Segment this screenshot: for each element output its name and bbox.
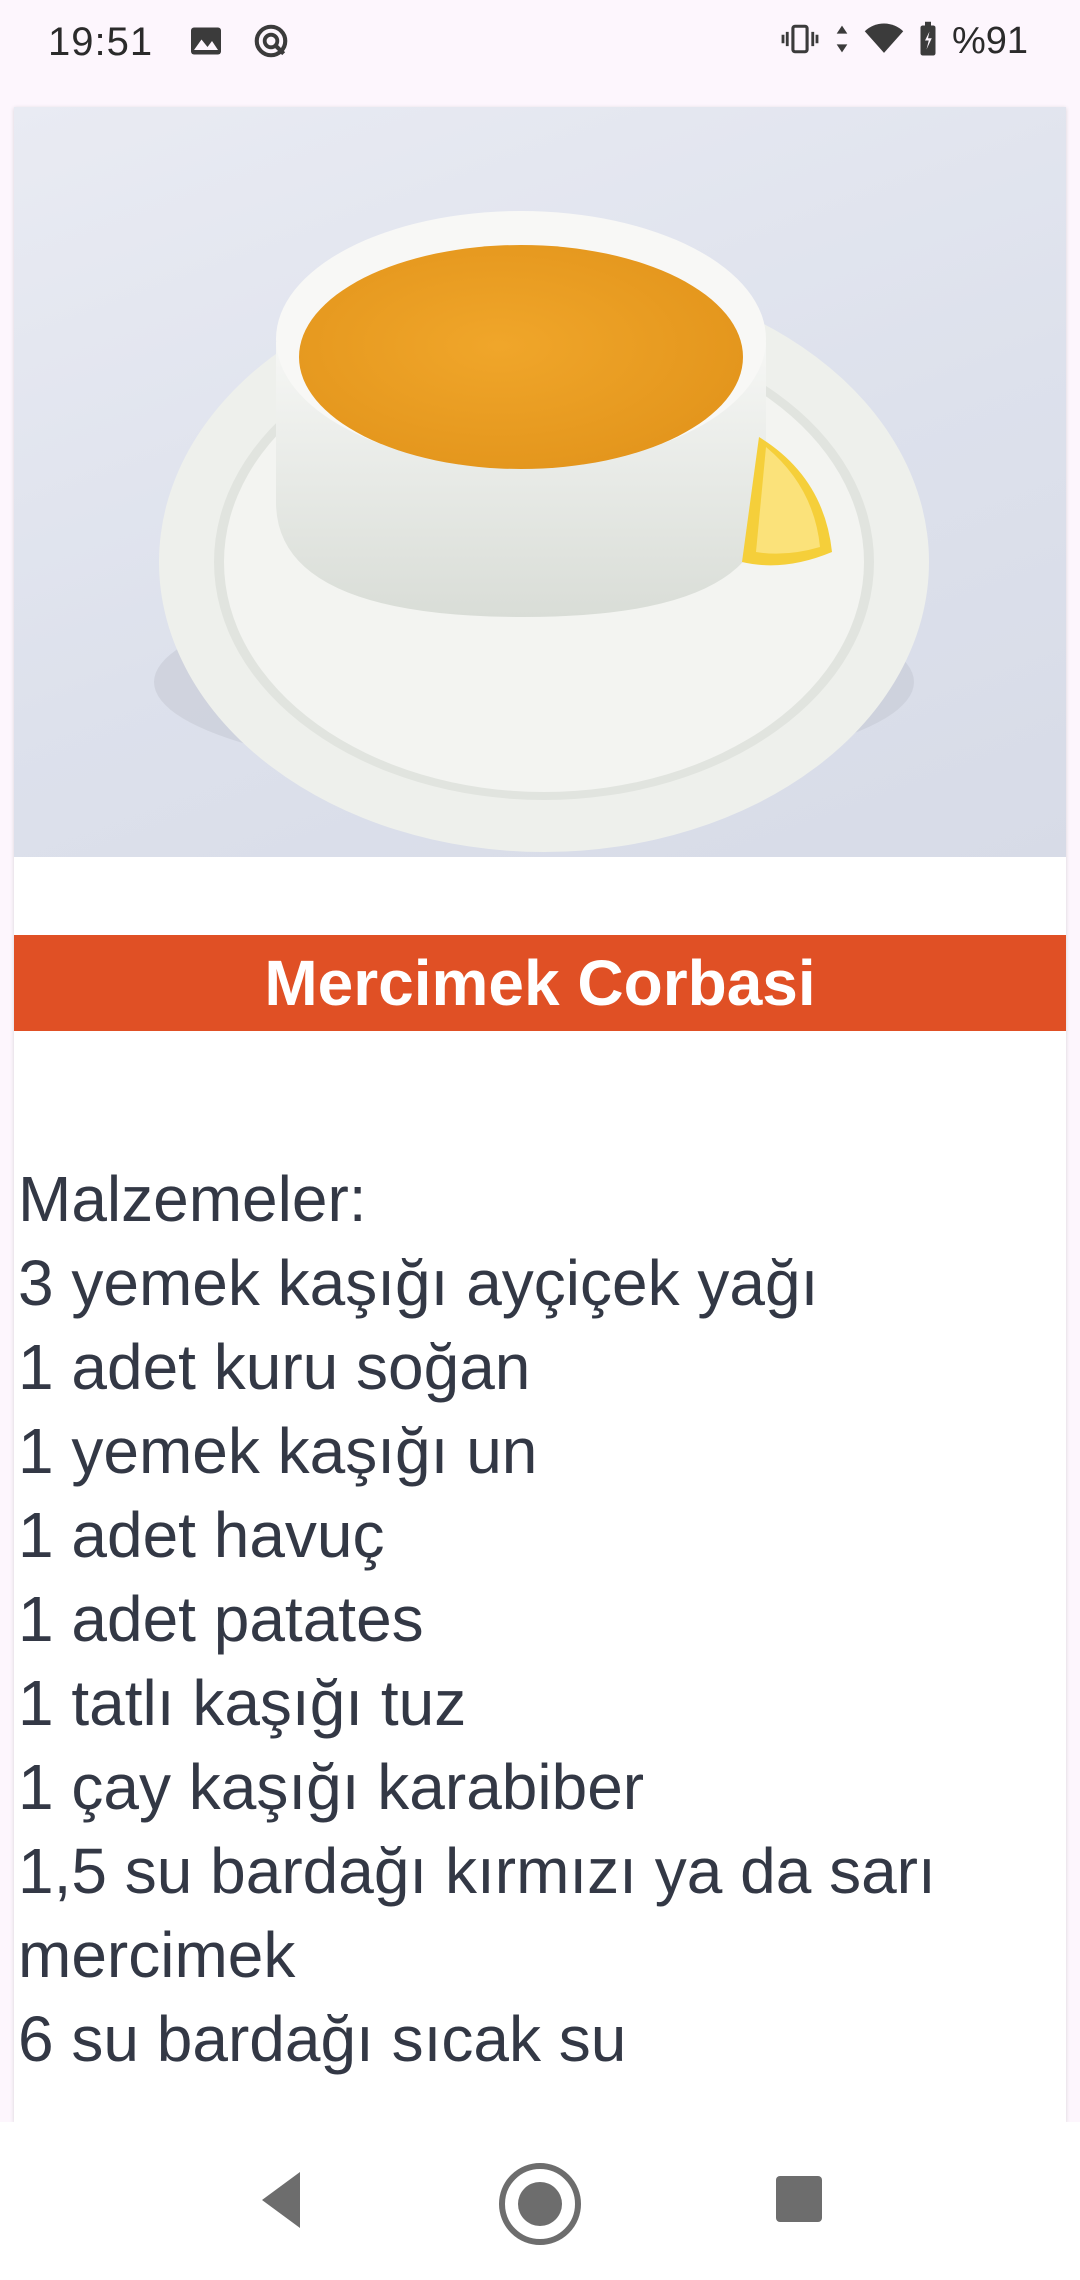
recents-button[interactable]: [772, 2160, 828, 2245]
data-saver-icon: [252, 22, 290, 65]
recents-icon: [772, 2176, 828, 2244]
image-icon: [188, 23, 224, 64]
battery-percent: %91: [951, 20, 1028, 62]
ingredient-item: 1 çay kaşığı karabiber: [18, 1751, 645, 1823]
wifi-icon: [864, 23, 904, 60]
home-icon: [496, 2163, 584, 2252]
ingredient-item: 1 adet havuç: [18, 1499, 385, 1571]
status-time: 19:51: [48, 20, 154, 64]
recipe-title-bar: Mercimek Corbasi: [14, 935, 1066, 1031]
recipe-card: Mercimek Corbasi Malzemeler: 3 yemek kaş…: [14, 107, 1066, 2122]
ingredient-item: 1 adet patates: [18, 1583, 424, 1655]
back-button[interactable]: [250, 2160, 310, 2245]
ingredient-item: 1,5 su bardağı kırmızı ya da sarı mercim…: [18, 1835, 936, 1991]
ingredients-list: Malzemeler: 3 yemek kaşığı ayçiçek yağı …: [18, 1157, 1058, 2081]
ingredient-item: 3 yemek kaşığı ayçiçek yağı: [18, 1247, 819, 1319]
ingredients-heading: Malzemeler:: [18, 1163, 367, 1235]
data-arrows-icon: [834, 23, 850, 60]
ingredient-item: 1 adet kuru soğan: [18, 1331, 531, 1403]
ingredient-item: 1 yemek kaşığı un: [18, 1415, 538, 1487]
status-bar: 19:51 %91: [0, 0, 1080, 90]
ingredient-item: 6 su bardağı sıcak su: [18, 2003, 627, 2075]
recipe-title: Mercimek Corbasi: [264, 947, 816, 1019]
battery-icon: [918, 21, 938, 62]
vibrate-icon: [780, 22, 820, 61]
lentil-soup-photo: [14, 107, 1066, 857]
back-icon: [250, 2172, 310, 2244]
home-button[interactable]: [496, 2160, 584, 2253]
navigation-bar: [0, 2122, 1080, 2280]
ingredient-item: 1 tatlı kaşığı tuz: [18, 1667, 467, 1739]
